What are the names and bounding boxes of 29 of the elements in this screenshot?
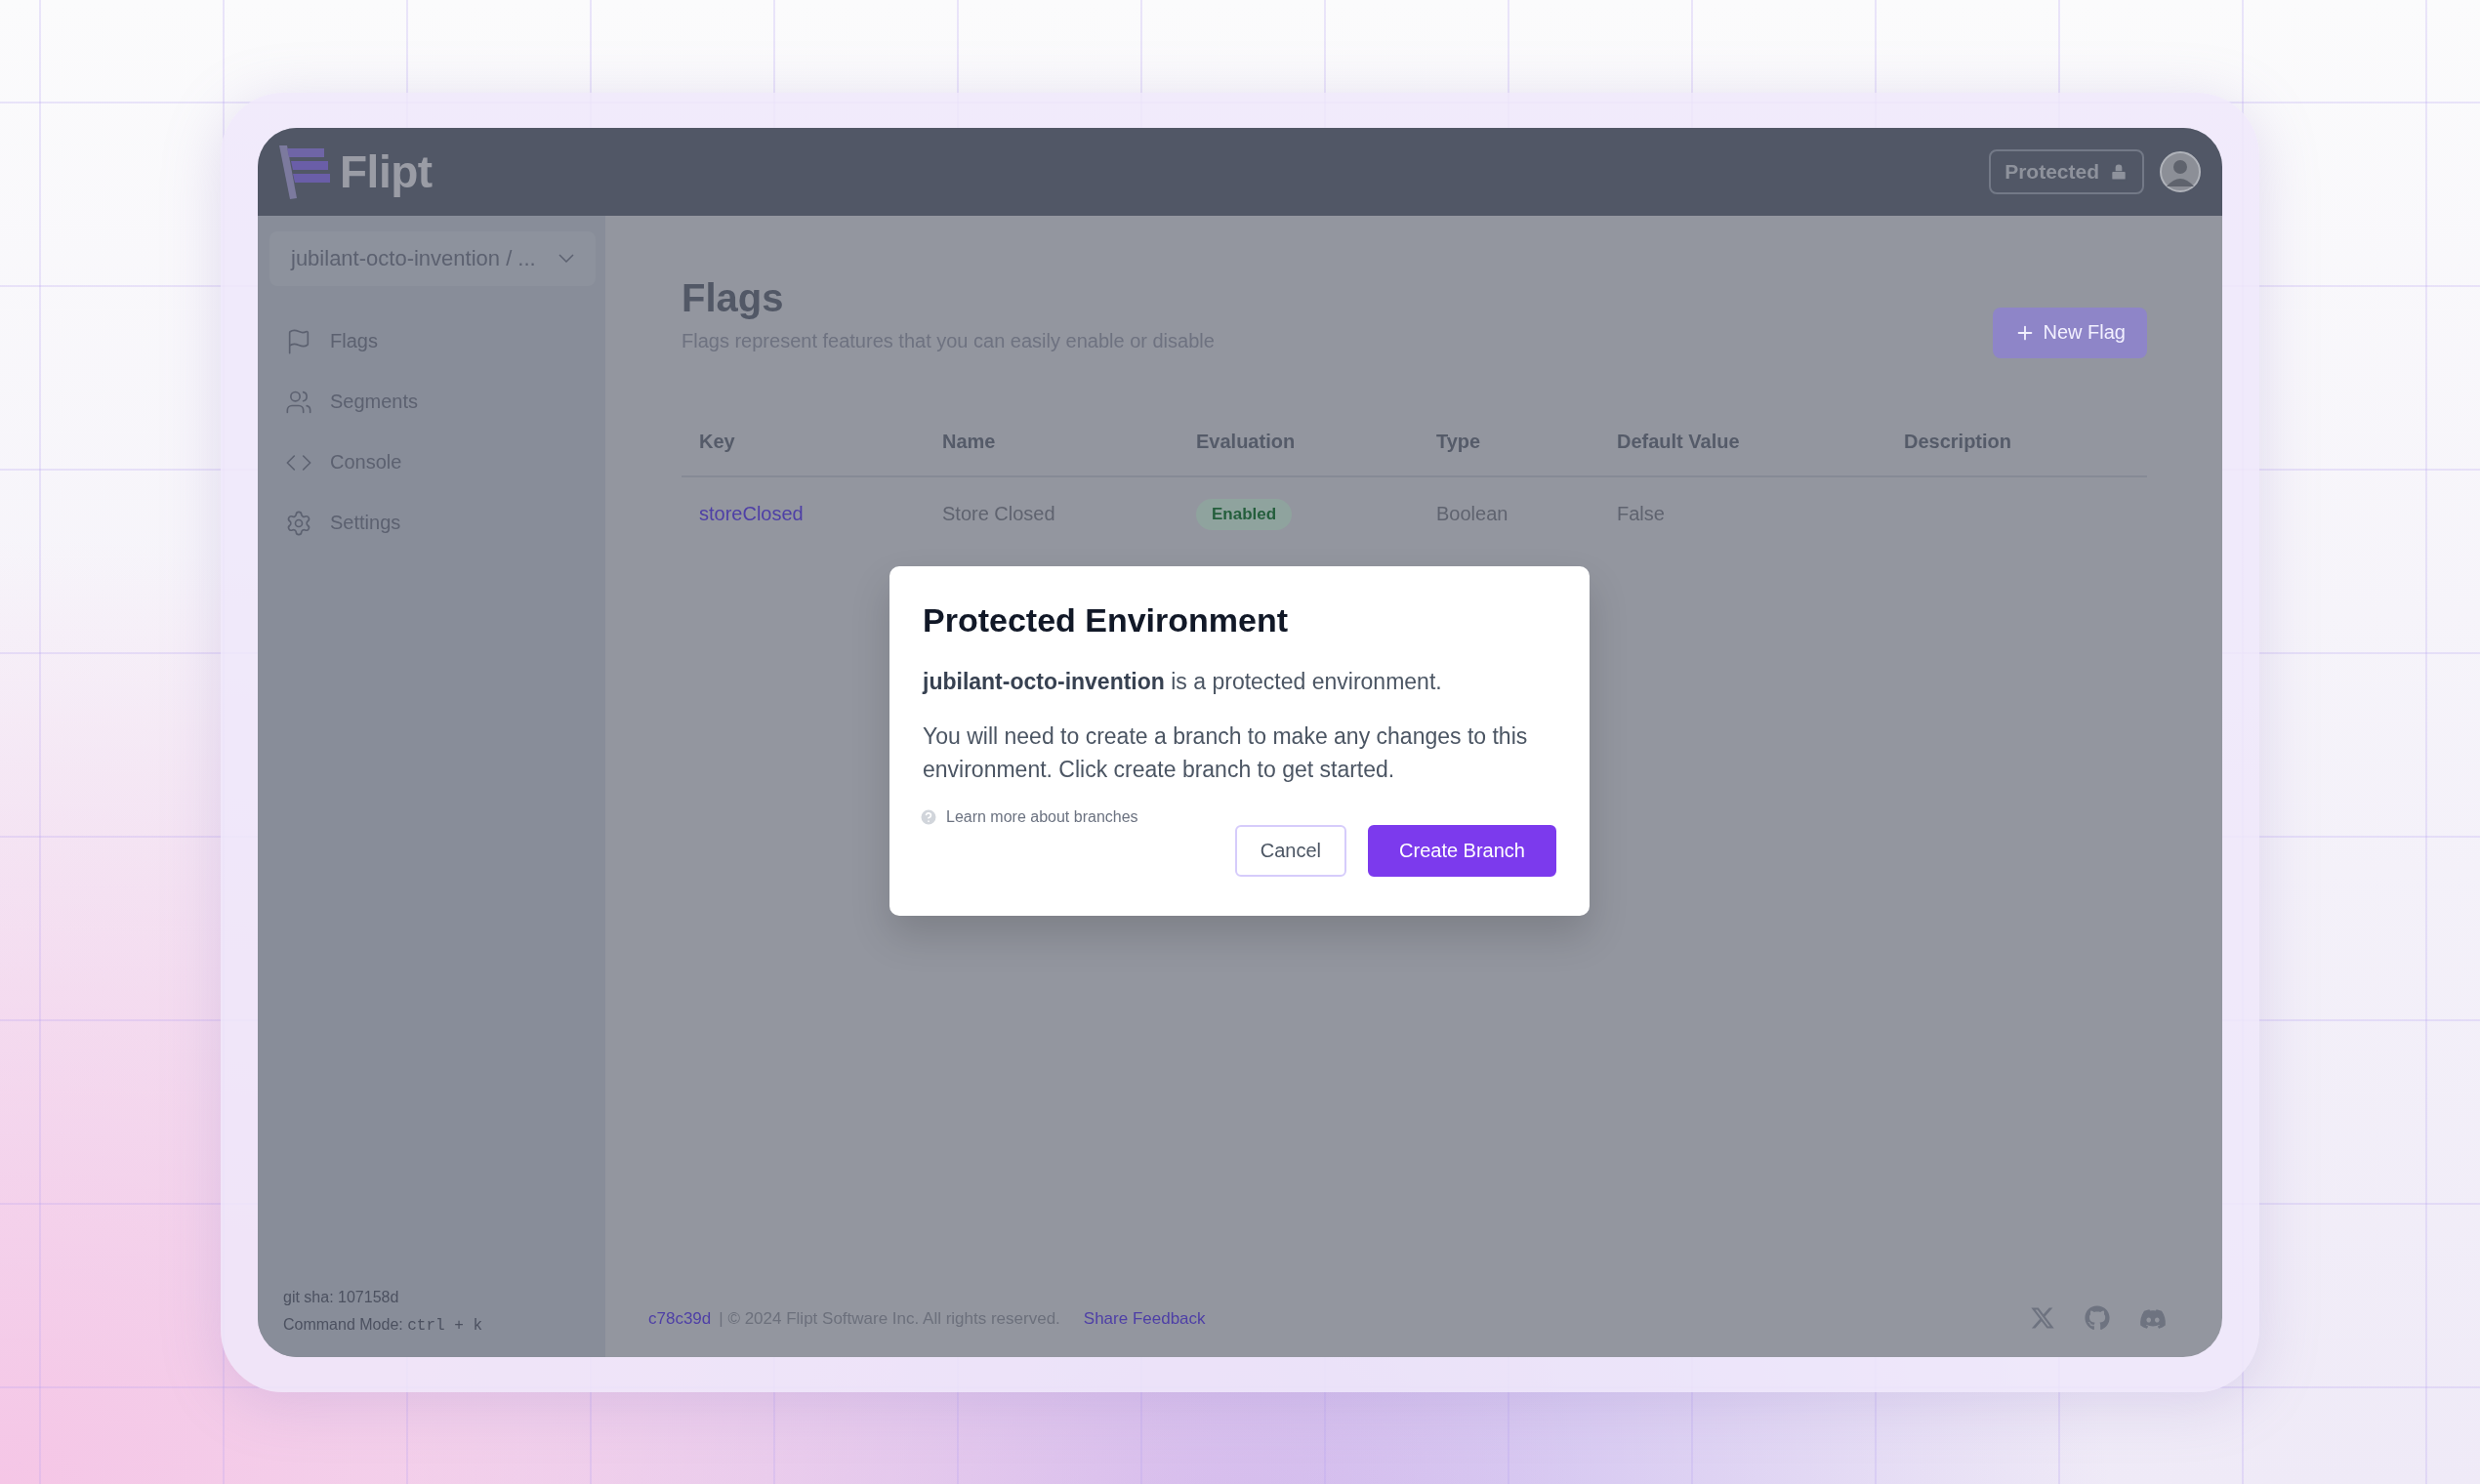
dialog-title: Protected Environment [923,600,1290,639]
column-header: Default Value [1617,431,1741,453]
lock-icon [2109,161,2129,182]
avatar[interactable] [2160,150,2201,192]
protected-badge: Protected [1989,148,2144,194]
column-header: Type [1436,431,1482,453]
dialog-message: jubilant-octo-invention is a protected environment. [923,667,1443,696]
commit-link[interactable]: c78c39d [648,1308,712,1329]
command-mode-text: Command Mode: ctrl + k [283,1314,483,1337]
status-badge: Enabled [1196,498,1293,530]
column-header: Name [942,431,997,453]
help-link[interactable]: Learn more about branches [919,806,1138,827]
git-sha-text: git sha: 107158d [283,1287,400,1307]
chevron-icon [558,254,574,263]
github-logo-link[interactable] [2085,1304,2110,1333]
settings-icon [285,509,312,537]
column-header: Description [1904,431,2013,453]
page-title: Flags [682,275,785,320]
feedback-link[interactable]: Share Feedback [1083,1308,1206,1329]
help-icon [919,806,938,827]
dialog-detail: You will need to create a branch to make any changes to this environment. Click create branch to get started. [923,721,1529,784]
column-header: Key [699,431,736,453]
new-flag-button[interactable]: New Flag [1992,307,2147,358]
flag-key-link[interactable]: storeClosed [699,503,942,525]
logo-text: Flipt [340,144,433,198]
column-header: Evaluation [1196,431,1297,453]
flag-logo-icon [277,143,332,200]
create-button[interactable]: Create Branch [1368,824,1556,877]
cancel-button[interactable]: Cancel [1234,824,1347,877]
